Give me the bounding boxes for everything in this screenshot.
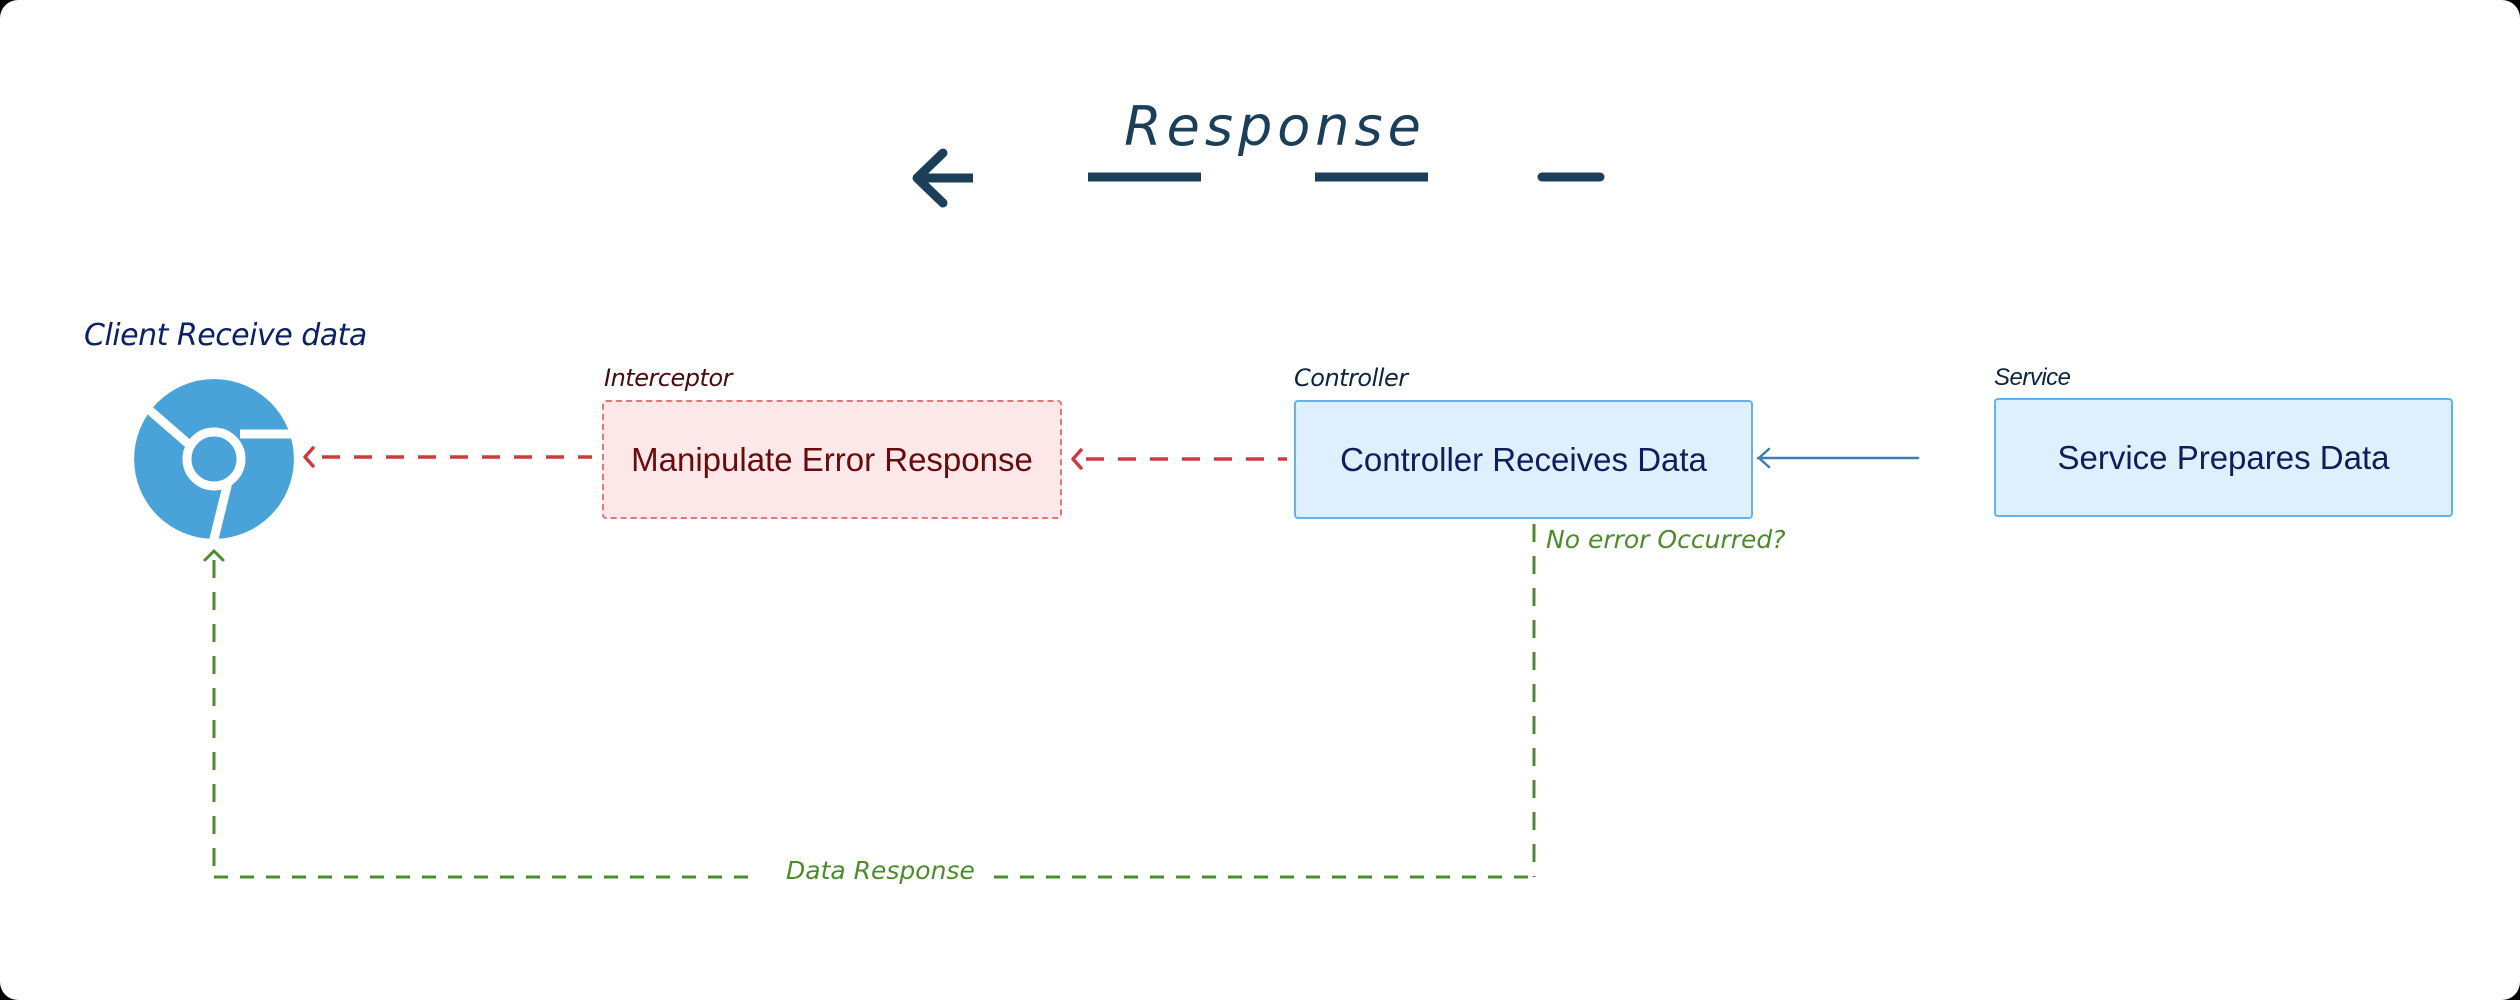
diagram-title: Response (1124, 95, 1426, 158)
client-label: Client Receive data (84, 318, 367, 353)
interceptor-node-text: Manipulate Error Response (631, 440, 1033, 478)
chromium-browser-icon (134, 379, 294, 539)
interceptor-node[interactable]: Manipulate Error Response (602, 400, 1062, 519)
service-group-label: Service (1994, 364, 2071, 391)
arrow-left-icon (912, 148, 973, 208)
edge-controller-to-interceptor (1071, 448, 1287, 470)
controller-node[interactable]: Controller Receives Data (1294, 400, 1753, 519)
interceptor-group-label: Interceptor (604, 364, 733, 392)
edge-interceptor-to-client (303, 446, 592, 468)
edge-controller-to-client-success (203, 524, 1536, 879)
controller-group-label: Controller (1294, 364, 1408, 392)
service-node[interactable]: Service Prepares Data (1994, 398, 2453, 517)
service-node-text: Service Prepares Data (2057, 438, 2390, 476)
diagram-canvas: Response Client Receive data Interceptor… (0, 0, 2520, 1000)
controller-node-text: Controller Receives Data (1340, 440, 1707, 478)
data-response-label: Data Response (782, 856, 979, 885)
condition-label: No error Occurred? (1546, 525, 1786, 554)
edge-service-to-controller (1756, 447, 1920, 469)
